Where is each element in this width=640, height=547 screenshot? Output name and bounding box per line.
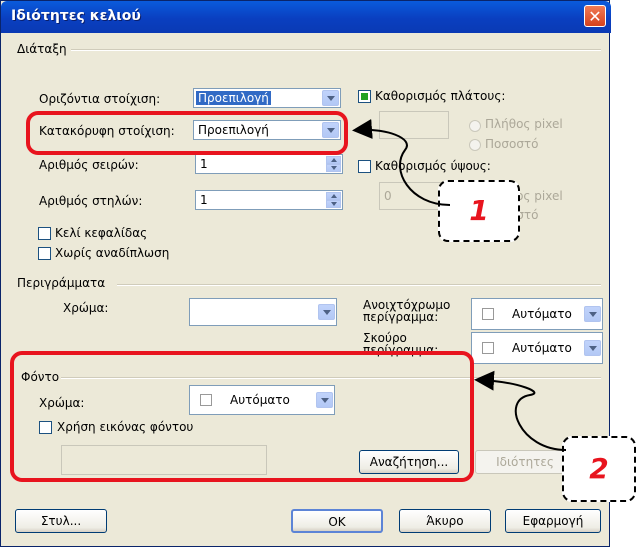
- callout-arrow-2: [474, 370, 567, 451]
- callout-arrows: [352, 118, 567, 451]
- callout-arrow-1: [352, 118, 451, 206]
